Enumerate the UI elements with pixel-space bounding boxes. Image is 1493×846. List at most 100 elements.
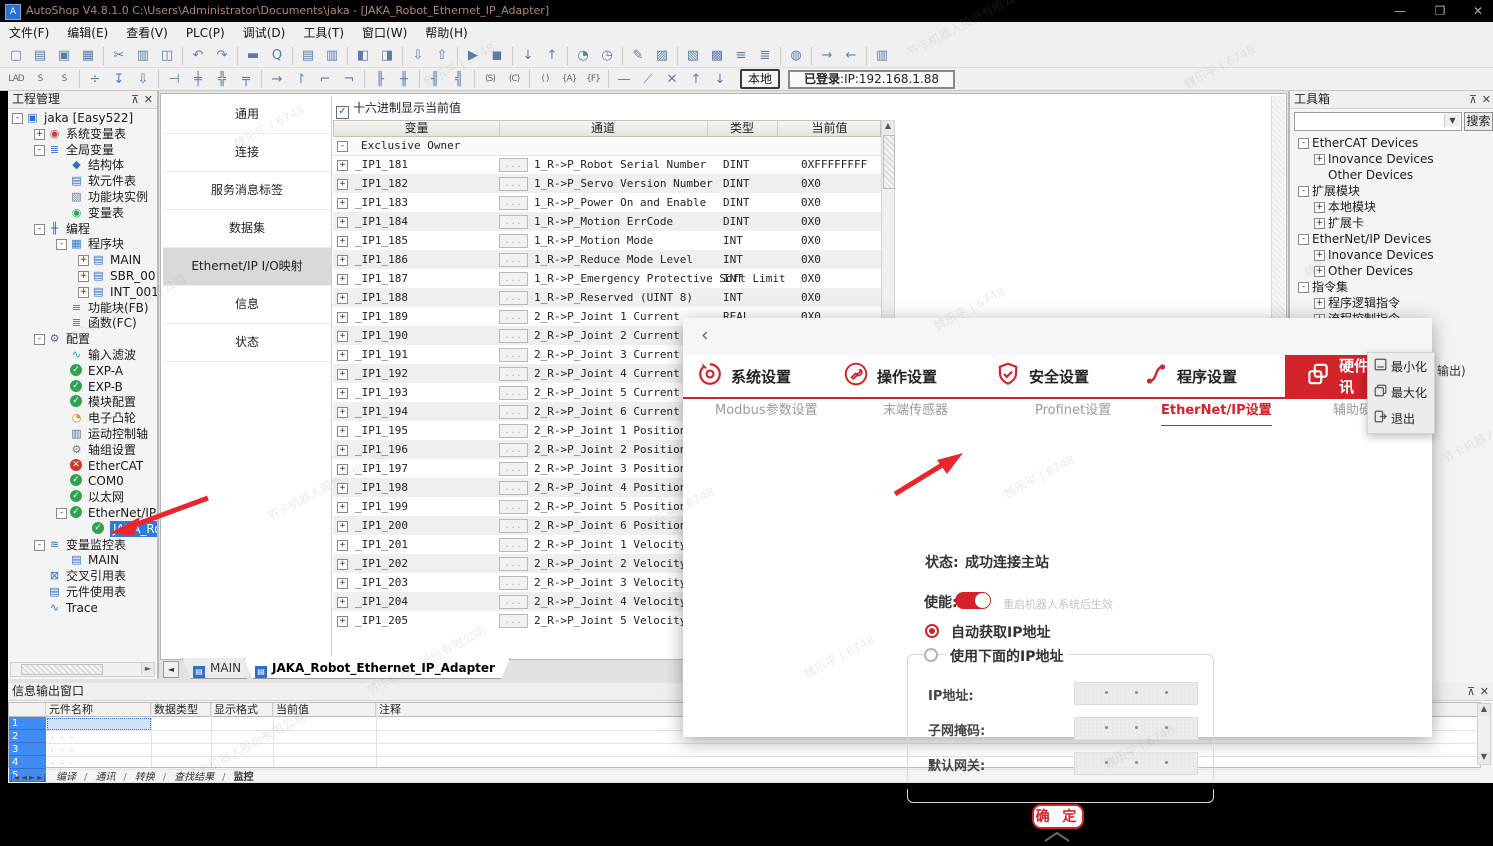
io-row-_IP1_183[interactable]: +_IP1_183...1_R->P_Power On and EnableDI… <box>333 193 881 212</box>
v-line-icon[interactable]: ↾ <box>290 69 312 90</box>
stopwatch-icon[interactable]: ◷ <box>596 45 618 66</box>
expand-icon[interactable]: + <box>337 540 348 551</box>
tree-node-输入滤波[interactable]: ∿输入滤波 <box>8 347 157 363</box>
clock-icon[interactable]: ◔ <box>572 45 594 66</box>
tree-node-交叉引用表[interactable]: ⊠交叉引用表 <box>8 568 157 584</box>
ip-address-field[interactable] <box>1074 682 1198 705</box>
settings-tab-系统设置[interactable]: 系统设置 <box>697 355 791 397</box>
output-row[interactable] <box>46 743 1480 757</box>
open-icon[interactable]: ▤ <box>29 45 51 66</box>
tree-node-电子凸轮[interactable]: ◔电子凸轮 <box>8 410 157 426</box>
menu-item-5[interactable]: 工具(T) <box>294 23 353 43</box>
io-browse-button[interactable]: ... <box>499 196 528 210</box>
up-icon[interactable]: ↑ <box>685 69 707 90</box>
enable-toggle[interactable] <box>955 592 991 609</box>
tree-node-EXP-B[interactable]: ✓EXP-B <box>8 379 157 395</box>
io-column-header-当前值[interactable]: 当前值 <box>777 121 883 136</box>
del-icon[interactable]: ⇩ <box>132 69 154 90</box>
output-tab-编译[interactable]: 编译 <box>48 772 84 783</box>
gateway-field[interactable] <box>1074 752 1198 775</box>
expand-icon[interactable]: + <box>337 407 348 418</box>
menu-item-退出[interactable]: 退出 <box>1368 405 1434 431</box>
menu-item-1[interactable]: 编辑(E) <box>58 23 117 43</box>
tree-node-MAIN[interactable]: +▤MAIN <box>8 252 157 268</box>
tree-node-结构体[interactable]: ◆结构体 <box>8 157 157 173</box>
tree-node-元件使用表[interactable]: ▤元件使用表 <box>8 584 157 600</box>
tree-node-INT_001[interactable]: +▤INT_001 <box>8 284 157 300</box>
settings-tab-安全设置[interactable]: 安全设置 <box>995 355 1089 397</box>
category-tab-数据集[interactable]: 数据集 <box>163 210 331 248</box>
scroll-up-icon[interactable]: ▲ <box>882 121 894 134</box>
io-browse-button[interactable]: ... <box>499 367 528 381</box>
branch-close-icon[interactable]: ¬ <box>338 69 360 90</box>
io-column-header-通道[interactable]: 通道 <box>499 121 708 136</box>
expand-icon[interactable]: + <box>337 236 348 247</box>
tree-node-SBR_001[interactable]: +▤SBR_001 <box>8 268 157 284</box>
contact-del-icon[interactable]: ╬ <box>211 69 233 90</box>
toolbox-node-EtherCAT Devices[interactable]: -EtherCAT Devices <box>1290 135 1493 151</box>
expand-icon[interactable]: + <box>1314 266 1325 277</box>
paste-icon[interactable]: ◫ <box>156 45 178 66</box>
contact-open-icon[interactable]: ⊣ <box>163 69 185 90</box>
category-tab-信息[interactable]: 信息 <box>163 286 331 324</box>
back-icon[interactable]: ‹ <box>701 324 709 346</box>
toolbox-node-扩展卡[interactable]: +扩展卡 <box>1290 215 1493 231</box>
subtab-Modbus参数设置[interactable]: Modbus参数设置 <box>715 399 818 425</box>
device-icon[interactable]: ◍ <box>785 45 807 66</box>
io-browse-button[interactable]: ... <box>499 272 528 286</box>
expand-icon[interactable]: + <box>1314 250 1325 261</box>
expand-icon[interactable]: + <box>337 255 348 266</box>
toolbox-node-Other Devices[interactable]: Other Devices <box>1290 167 1493 183</box>
app-f-icon[interactable]: {F} <box>582 69 604 90</box>
subtab-Profinet设置[interactable]: Profinet设置 <box>1035 399 1111 425</box>
compile-icon[interactable]: ▧ <box>682 45 704 66</box>
collapse-icon[interactable]: - <box>34 145 45 156</box>
radio-manual-ip[interactable] <box>924 648 938 662</box>
tree-node-模块配置[interactable]: ✓模块配置 <box>8 394 157 410</box>
write-icon[interactable]: ✎ <box>627 45 649 66</box>
expand-icon[interactable]: + <box>337 350 348 361</box>
category-tab-Ethernet/IP I/O映射[interactable]: Ethernet/IP I/O映射 <box>163 248 331 286</box>
expand-icon[interactable]: + <box>337 464 348 475</box>
expand-icon[interactable]: + <box>337 331 348 342</box>
category-tab-状态[interactable]: 状态 <box>163 324 331 362</box>
jump-in-icon[interactable]: → <box>816 45 838 66</box>
toolbox-node-程序逻辑指令[interactable]: +程序逻辑指令 <box>1290 295 1493 311</box>
stop-icon[interactable]: ◼ <box>486 45 508 66</box>
doc-tab-MAIN[interactable]: ▤MAIN <box>182 658 256 679</box>
subtab-EtherNet/IP设置[interactable]: EtherNet/IP设置 <box>1161 399 1272 427</box>
del-line-icon[interactable]: — <box>613 69 635 90</box>
io-browse-button[interactable]: ... <box>499 215 528 229</box>
cross-icon[interactable]: ✕ <box>661 69 683 90</box>
tree-node-变量表[interactable]: ◉变量表 <box>8 205 157 221</box>
upload-plc-icon[interactable]: ↑ <box>541 45 563 66</box>
print-preview-icon[interactable]: ▥ <box>321 45 343 66</box>
subnet-mask-field[interactable] <box>1074 717 1198 740</box>
io-browse-button[interactable]: ... <box>499 443 528 457</box>
slash-icon[interactable]: ⟋ <box>637 69 659 90</box>
expand-icon[interactable]: + <box>337 426 348 437</box>
expand-icon[interactable]: + <box>337 388 348 399</box>
reset-coil-icon[interactable]: (C) <box>503 69 525 90</box>
radio-manual-label[interactable]: 使用下面的IP地址 <box>946 646 1067 666</box>
tree-node-系统变量表[interactable]: +◉系统变量表 <box>8 126 157 142</box>
output-tab-监控[interactable]: 监控 <box>226 772 262 783</box>
output-tab-查找结果[interactable]: 查找结果 <box>166 772 222 783</box>
io-browse-button[interactable]: ... <box>499 253 528 267</box>
io-browse-button[interactable]: ... <box>499 348 528 362</box>
io-browse-button[interactable]: ... <box>499 557 528 571</box>
down2-icon[interactable]: ↓ <box>709 69 731 90</box>
coil-icon[interactable]: ( ) <box>534 69 556 90</box>
io-browse-button[interactable]: ... <box>499 177 528 191</box>
collapse-icon[interactable]: - <box>12 113 23 124</box>
edit-icon[interactable]: ▨ <box>651 45 673 66</box>
scroll-up-icon[interactable]: ▲ <box>1478 704 1490 716</box>
expand-icon[interactable]: + <box>337 559 348 570</box>
toolbox-node-Inovance Devices[interactable]: +Inovance Devices <box>1290 151 1493 167</box>
collapse-icon[interactable]: - <box>1298 138 1309 149</box>
down-icon[interactable]: ↧ <box>108 69 130 90</box>
io-group-row[interactable]: - Exclusive Owner <box>333 137 881 156</box>
save-all-icon[interactable]: ▦ <box>77 45 99 66</box>
io-browse-button[interactable]: ... <box>499 329 528 343</box>
tree-node-EtherNet/IP[interactable]: -✓EtherNet/IP <box>8 505 157 521</box>
